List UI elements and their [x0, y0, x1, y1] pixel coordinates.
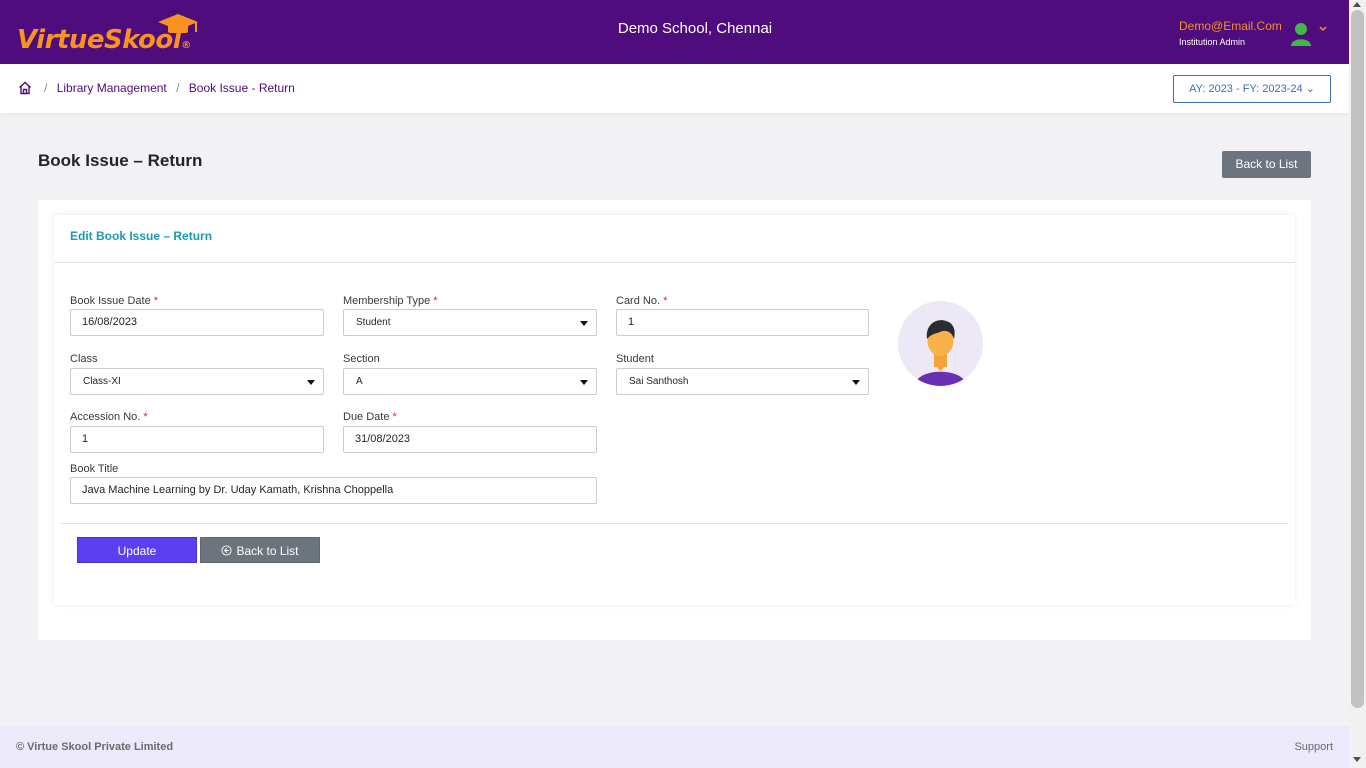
class-label: Class	[70, 353, 98, 365]
student-avatar-icon	[915, 320, 966, 386]
form-footer-divider	[61, 523, 1288, 524]
vertical-scrollbar[interactable]	[1349, 0, 1366, 768]
breadcrumb-bar: / Library Management / Book Issue - Retu…	[0, 64, 1349, 113]
footer-support-link[interactable]: Support	[1294, 741, 1333, 753]
page-footer: © Virtue Skool Private Limited Support	[0, 726, 1349, 768]
card-no-field[interactable]: 1	[616, 309, 869, 336]
student-avatar	[898, 301, 983, 386]
scroll-thumb[interactable]	[1351, 10, 1364, 708]
breadcrumb-separator: /	[44, 81, 48, 95]
virtueskool-logo[interactable]: VirtueSkool®	[17, 12, 217, 56]
breadcrumb-separator: /	[176, 81, 180, 95]
card-divider	[54, 262, 1295, 263]
due-date-label: Due Date *	[343, 411, 397, 423]
page-title: Book Issue – Return	[38, 151, 203, 170]
student-label: Student	[616, 353, 654, 365]
section-label: Section	[343, 353, 380, 365]
user-role: Institution Admin	[1179, 37, 1246, 47]
class-select[interactable]: Class-XI	[70, 368, 324, 395]
book-issue-date-field[interactable]: 16/08/2023	[70, 309, 324, 336]
due-date-field[interactable]: 31/08/2023	[343, 426, 597, 453]
breadcrumb-book-issue-return: Book Issue - Return	[188, 81, 295, 95]
user-email[interactable]: Demo@Email.Com	[1179, 19, 1282, 33]
chevron-down-icon[interactable]	[1318, 23, 1328, 33]
academic-year-selector[interactable]: AY: 2023 - FY: 2023-24 ⌄	[1173, 75, 1331, 103]
book-title-label: Book Title	[70, 463, 119, 475]
dropdown-caret-icon	[307, 380, 315, 385]
dropdown-caret-icon	[580, 321, 588, 326]
scroll-down-arrow-icon[interactable]	[1353, 757, 1361, 762]
book-title-field[interactable]: Java Machine Learning by Dr. Uday Kamath…	[70, 477, 597, 504]
back-circle-icon	[221, 545, 233, 556]
card-no-label: Card No. *	[616, 295, 668, 307]
footer-copyright: © Virtue Skool Private Limited	[16, 741, 174, 753]
home-icon[interactable]	[18, 81, 32, 95]
dropdown-caret-icon	[852, 380, 860, 385]
book-issue-date-label: Book Issue Date *	[70, 295, 159, 307]
update-button[interactable]: Update	[77, 537, 197, 563]
breadcrumb-library-management[interactable]: Library Management	[57, 81, 167, 95]
logo-registered-mark: ®	[181, 40, 191, 51]
top-header: VirtueSkool® Demo School, Chennai Demo@E…	[0, 0, 1349, 64]
membership-type-label: Membership Type *	[343, 295, 438, 307]
membership-type-select[interactable]: Student	[343, 309, 597, 336]
back-to-list-button-top[interactable]: Back to List	[1222, 151, 1311, 178]
section-select[interactable]: A	[343, 368, 597, 395]
back-to-list-button[interactable]: Back to List	[200, 537, 320, 563]
breadcrumb: / Library Management / Book Issue - Retu…	[38, 81, 295, 95]
logo-text: VirtueSkool	[17, 25, 182, 55]
user-icon[interactable]	[1290, 22, 1312, 46]
scroll-up-arrow-icon[interactable]	[1353, 2, 1361, 7]
card-title: Edit Book Issue – Return	[70, 229, 213, 243]
accession-no-field[interactable]: 1	[70, 426, 324, 453]
student-select[interactable]: Sai Santhosh	[616, 368, 869, 395]
dropdown-caret-icon	[580, 380, 588, 385]
accession-no-label: Accession No. *	[70, 411, 148, 423]
school-name: Demo School, Chennai	[617, 20, 773, 37]
